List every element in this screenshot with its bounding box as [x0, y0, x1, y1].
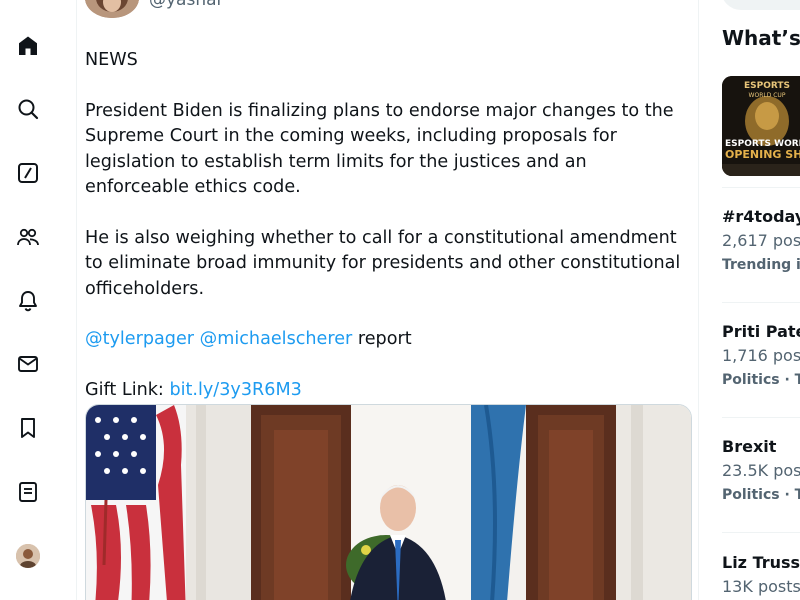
promo-text-4: OPENING SH: [725, 148, 800, 161]
trend-name: #r4today: [722, 207, 800, 226]
home-icon[interactable]: [10, 28, 46, 64]
promo-text-1: ESPORTS: [744, 81, 790, 91]
trend-item[interactable]: Priti Patel 1,716 posts Politics · Tr: [722, 322, 800, 388]
tweet-heading: NEWS: [85, 50, 138, 70]
tweet-mentions-line: @tylerpager @michaelscherer report: [85, 327, 685, 352]
trend-meta: Trending in: [722, 257, 800, 273]
communities-icon[interactable]: [10, 219, 46, 255]
mention-link-michaelscherer[interactable]: @michaelscherer: [200, 329, 353, 349]
notifications-icon[interactable]: [10, 283, 46, 319]
gift-link-label: Gift Link:: [85, 380, 164, 401]
trend-meta: Politics · Tr: [722, 372, 800, 388]
trend-meta: Politics · Tr: [722, 487, 800, 503]
mention-link-tylerpager[interactable]: @tylerpager: [85, 329, 194, 349]
search-icon[interactable]: [10, 91, 46, 127]
trend-count: 23.5K pos: [722, 461, 800, 480]
author-handle[interactable]: @yashar: [149, 0, 224, 10]
trend-item[interactable]: Liz Truss 13K posts: [722, 553, 800, 596]
gift-link-line: Gift Link: bit.ly/3y3R6M3: [85, 378, 685, 403]
divider: [722, 532, 800, 533]
trend-name: Priti Patel: [722, 322, 800, 341]
report-word: report: [357, 329, 412, 350]
divider: [722, 417, 800, 418]
promo-text-2: WORLD CUP: [749, 92, 786, 99]
divider: [722, 302, 800, 303]
trend-count: 13K posts: [722, 577, 800, 596]
tweet-media-photo[interactable]: [85, 404, 692, 600]
esports-promo-image[interactable]: ESPORTS WORLD CUP ESPORTS WORLD OPENING …: [722, 76, 800, 176]
trend-item[interactable]: #r4today 2,617 post Trending in: [722, 207, 800, 273]
whats-happening-title: What’s h: [722, 26, 800, 50]
messages-icon[interactable]: [10, 346, 46, 382]
trend-name: Liz Truss: [722, 553, 800, 572]
trend-item[interactable]: Brexit 23.5K pos Politics · Tr: [722, 437, 800, 503]
gift-link-url[interactable]: bit.ly/3y3R6M3: [169, 380, 301, 400]
grok-icon[interactable]: [10, 155, 46, 191]
trend-count: 1,716 posts: [722, 346, 800, 365]
search-box[interactable]: [721, 0, 800, 10]
profile-avatar[interactable]: [16, 544, 40, 568]
tweet-paragraph-1: President Biden is finalizing plans to e…: [85, 100, 674, 198]
lists-icon[interactable]: [10, 474, 46, 510]
trend-count: 2,617 post: [722, 231, 800, 250]
tweet-paragraph-2: He is also weighing whether to call for …: [85, 227, 681, 299]
trend-name: Brexit: [722, 437, 777, 456]
right-sidebar: What’s h ESPORTS WORLD CUP ESPORTS WORLD…: [699, 0, 800, 600]
left-nav: [0, 0, 77, 600]
author-avatar[interactable]: [85, 0, 139, 18]
tweet-text: NEWS President Biden is finalizing plans…: [85, 48, 685, 429]
bookmarks-icon[interactable]: [10, 410, 46, 446]
tweet-column: @yashar NEWS President Biden is finalizi…: [77, 0, 699, 600]
divider: [722, 187, 800, 188]
